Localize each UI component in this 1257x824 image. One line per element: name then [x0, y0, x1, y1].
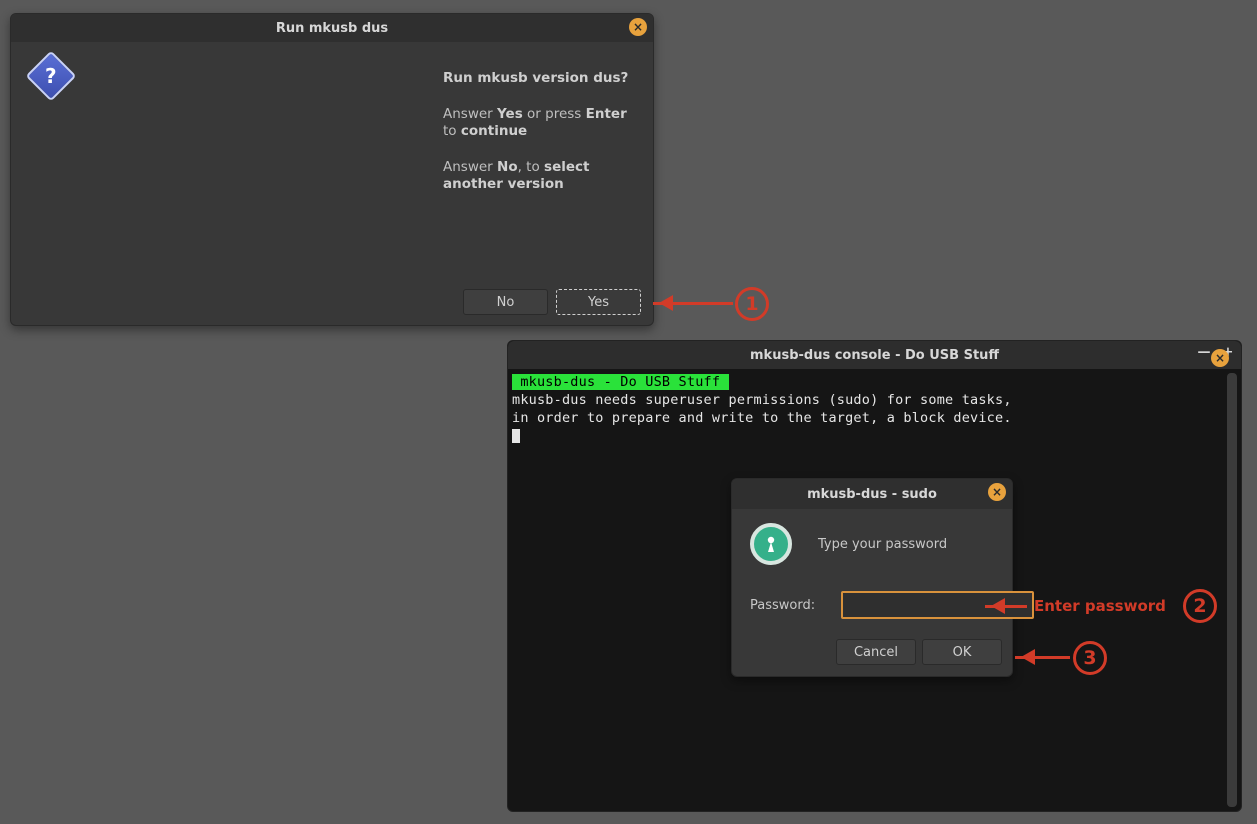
password-dialog-titlebar: mkusb-dus - sudo × [732, 479, 1012, 509]
keyhole-icon [750, 523, 792, 565]
sudo-password-dialog: mkusb-dus - sudo × Type your password Pa… [731, 478, 1013, 677]
password-prompt: Type your password [818, 537, 947, 552]
dialog-title: Run mkusb dus [276, 21, 388, 36]
annotation-step-3: 3 [1073, 641, 1107, 675]
cancel-button[interactable]: Cancel [836, 639, 916, 665]
annotation-enter-password: Enter password [1034, 597, 1166, 615]
dialog-question: Run mkusb version dus? [443, 70, 628, 86]
terminal-banner: mkusb-dus - Do USB Stuff [512, 374, 729, 390]
annotation-arrow-3 [1015, 656, 1070, 659]
dialog-line-yes: Answer Yes or press Enter to continue [443, 106, 633, 141]
close-icon[interactable]: × [1211, 349, 1229, 367]
console-titlebar: mkusb-dus console - Do USB Stuff — + × [508, 341, 1241, 369]
dialog-titlebar: Run mkusb dus × [11, 14, 653, 42]
console-title: mkusb-dus console - Do USB Stuff [750, 348, 999, 363]
yes-button[interactable]: Yes [556, 289, 641, 315]
run-mkusb-dialog: Run mkusb dus × ? Run mkusb version dus?… [10, 13, 654, 326]
dialog-line-no: Answer No, to select another version [443, 159, 633, 194]
annotation-step-1: 1 [735, 287, 769, 321]
terminal-line: in order to prepare and write to the tar… [512, 410, 1012, 426]
minimize-icon[interactable]: — [1197, 345, 1211, 360]
close-icon[interactable]: × [988, 483, 1006, 501]
terminal-line: mkusb-dus needs superuser permissions (s… [512, 392, 1012, 408]
no-button[interactable]: No [463, 289, 548, 315]
terminal-output: mkusb-dus - Do USB Stuff mkusb-dus needs… [508, 369, 1241, 449]
close-icon[interactable]: × [629, 18, 647, 36]
password-dialog-title: mkusb-dus - sudo [807, 487, 937, 502]
annotation-step-2: 2 [1183, 589, 1217, 623]
annotation-arrow-1 [653, 302, 733, 305]
ok-button[interactable]: OK [922, 639, 1002, 665]
question-icon: ? [26, 51, 77, 102]
annotation-arrow-2 [985, 605, 1027, 608]
terminal-cursor [512, 429, 520, 443]
scrollbar[interactable] [1227, 373, 1237, 807]
password-label: Password: [750, 598, 815, 613]
